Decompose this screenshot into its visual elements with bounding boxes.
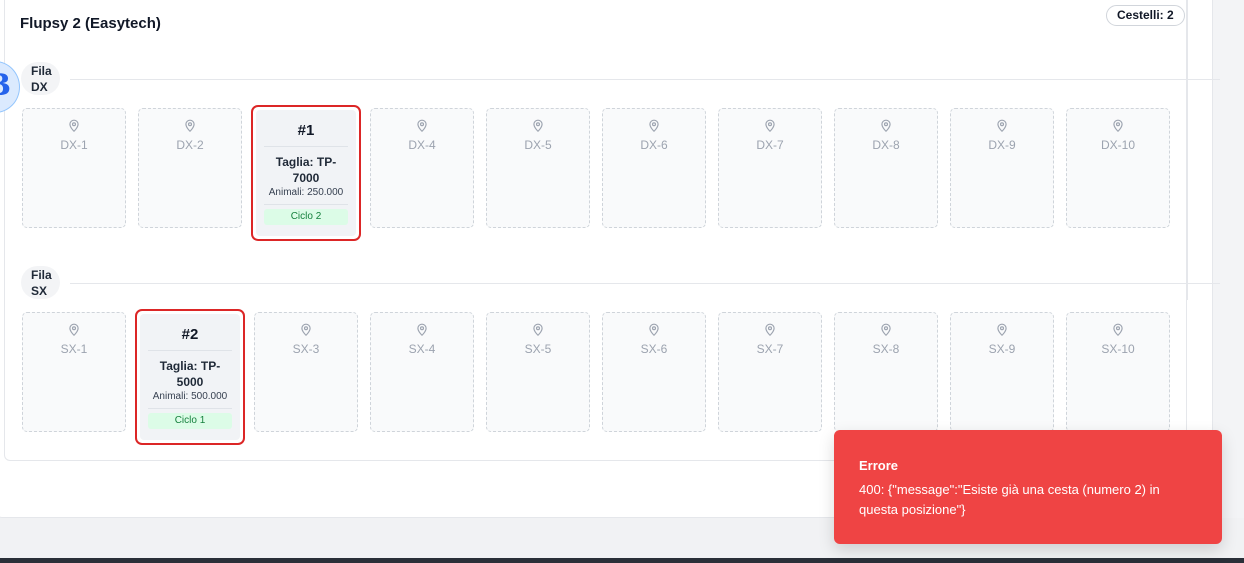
basket-body: #1 Taglia: TP-7000 Animali: 250.000 Cicl… — [256, 110, 356, 236]
slot-sx-5[interactable]: SX-5 — [486, 312, 590, 432]
slot-label: SX-5 — [524, 342, 552, 356]
slot-label: DX-8 — [872, 138, 900, 152]
slot-dx-8[interactable]: DX-8 — [834, 108, 938, 228]
error-toast[interactable]: Errore 400: {"message":"Esiste già una c… — [834, 430, 1222, 544]
basket-body: #2 Taglia: TP-5000 Animali: 500.000 Cicl… — [140, 314, 240, 440]
row-label-sx: Fila SX — [21, 266, 60, 299]
slot-label: SX-1 — [60, 342, 88, 356]
slot-dx-1[interactable]: DX-1 — [22, 108, 126, 228]
basket-count-badge: Cestelli: 2 — [1106, 5, 1185, 26]
basket-card-2[interactable]: #2 Taglia: TP-5000 Animali: 500.000 Cicl… — [135, 309, 245, 445]
map-pin-icon — [533, 323, 543, 337]
map-pin-icon — [1113, 323, 1123, 337]
taskbar-edge — [0, 558, 1244, 563]
map-pin-icon — [997, 323, 1007, 337]
slot-label: DX-5 — [524, 138, 552, 152]
map-pin-icon — [533, 119, 543, 133]
map-pin-icon — [185, 119, 195, 133]
map-pin-icon — [69, 323, 79, 337]
slot-label: SX-9 — [988, 342, 1016, 356]
slot-label: SX-8 — [872, 342, 900, 356]
slot-sx-3[interactable]: SX-3 — [254, 312, 358, 432]
slot-label: DX-6 — [640, 138, 668, 152]
slot-sx-8[interactable]: SX-8 — [834, 312, 938, 432]
slot-dx-9[interactable]: DX-9 — [950, 108, 1054, 228]
map-pin-icon — [765, 119, 775, 133]
row-label-word: Fila — [31, 268, 52, 282]
slot-dx-6[interactable]: DX-6 — [602, 108, 706, 228]
slot-label: DX-9 — [988, 138, 1016, 152]
map-pin-icon — [1113, 119, 1123, 133]
row-label-dx: Fila DX — [21, 62, 60, 95]
map-pin-icon — [881, 119, 891, 133]
slot-sx-9[interactable]: SX-9 — [950, 312, 1054, 432]
row-label-code: DX — [31, 80, 48, 94]
cycle-badge: Ciclo 2 — [264, 209, 348, 225]
cycle-badge: Ciclo 1 — [148, 413, 232, 429]
map-pin-icon — [301, 323, 311, 337]
map-pin-icon — [417, 119, 427, 133]
slot-sx-6[interactable]: SX-6 — [602, 312, 706, 432]
row-divider — [70, 79, 1220, 80]
map-pin-icon — [417, 323, 427, 337]
basket-animals: Animali: 250.000 — [264, 187, 348, 205]
row-label-word: Fila — [31, 64, 52, 78]
map-pin-icon — [765, 323, 775, 337]
basket-number: #2 — [148, 314, 232, 351]
slot-label: DX-1 — [60, 138, 88, 152]
basket-number: #1 — [264, 110, 348, 147]
basket-animals: Animali: 500.000 — [148, 391, 232, 409]
basket-size: Taglia: TP-5000 — [159, 359, 221, 389]
slot-dx-4[interactable]: DX-4 — [370, 108, 474, 228]
slot-sx-4[interactable]: SX-4 — [370, 312, 474, 432]
basket-size: Taglia: TP-7000 — [275, 155, 337, 185]
slot-label: SX-7 — [756, 342, 784, 356]
slot-dx-5[interactable]: DX-5 — [486, 108, 590, 228]
map-pin-icon — [881, 323, 891, 337]
slot-sx-1[interactable]: SX-1 — [22, 312, 126, 432]
slot-sx-7[interactable]: SX-7 — [718, 312, 822, 432]
toast-title: Errore — [859, 458, 899, 473]
flupsy-title: Flupsy 2 (Easytech) — [20, 15, 161, 32]
basket-card-1[interactable]: #1 Taglia: TP-7000 Animali: 250.000 Cicl… — [251, 105, 361, 241]
map-pin-icon — [649, 323, 659, 337]
slot-label: DX-2 — [176, 138, 204, 152]
slot-label: DX-4 — [408, 138, 436, 152]
slot-label: DX-7 — [756, 138, 784, 152]
slot-label: SX-3 — [292, 342, 320, 356]
row-label-code: SX — [31, 284, 48, 298]
map-pin-icon — [997, 119, 1007, 133]
slot-label: DX-10 — [1100, 138, 1135, 152]
slot-sx-10[interactable]: SX-10 — [1066, 312, 1170, 432]
toast-message: 400: {"message":"Esiste già una cesta (n… — [859, 482, 1160, 517]
slot-label: SX-10 — [1101, 342, 1135, 356]
map-pin-icon — [649, 119, 659, 133]
slot-label: SX-4 — [408, 342, 436, 356]
slot-label: SX-6 — [640, 342, 668, 356]
slot-dx-2[interactable]: DX-2 — [138, 108, 242, 228]
map-pin-icon — [69, 119, 79, 133]
slot-dx-10[interactable]: DX-10 — [1066, 108, 1170, 228]
slot-dx-7[interactable]: DX-7 — [718, 108, 822, 228]
row-divider — [70, 283, 1220, 284]
divider — [1187, 0, 1188, 300]
